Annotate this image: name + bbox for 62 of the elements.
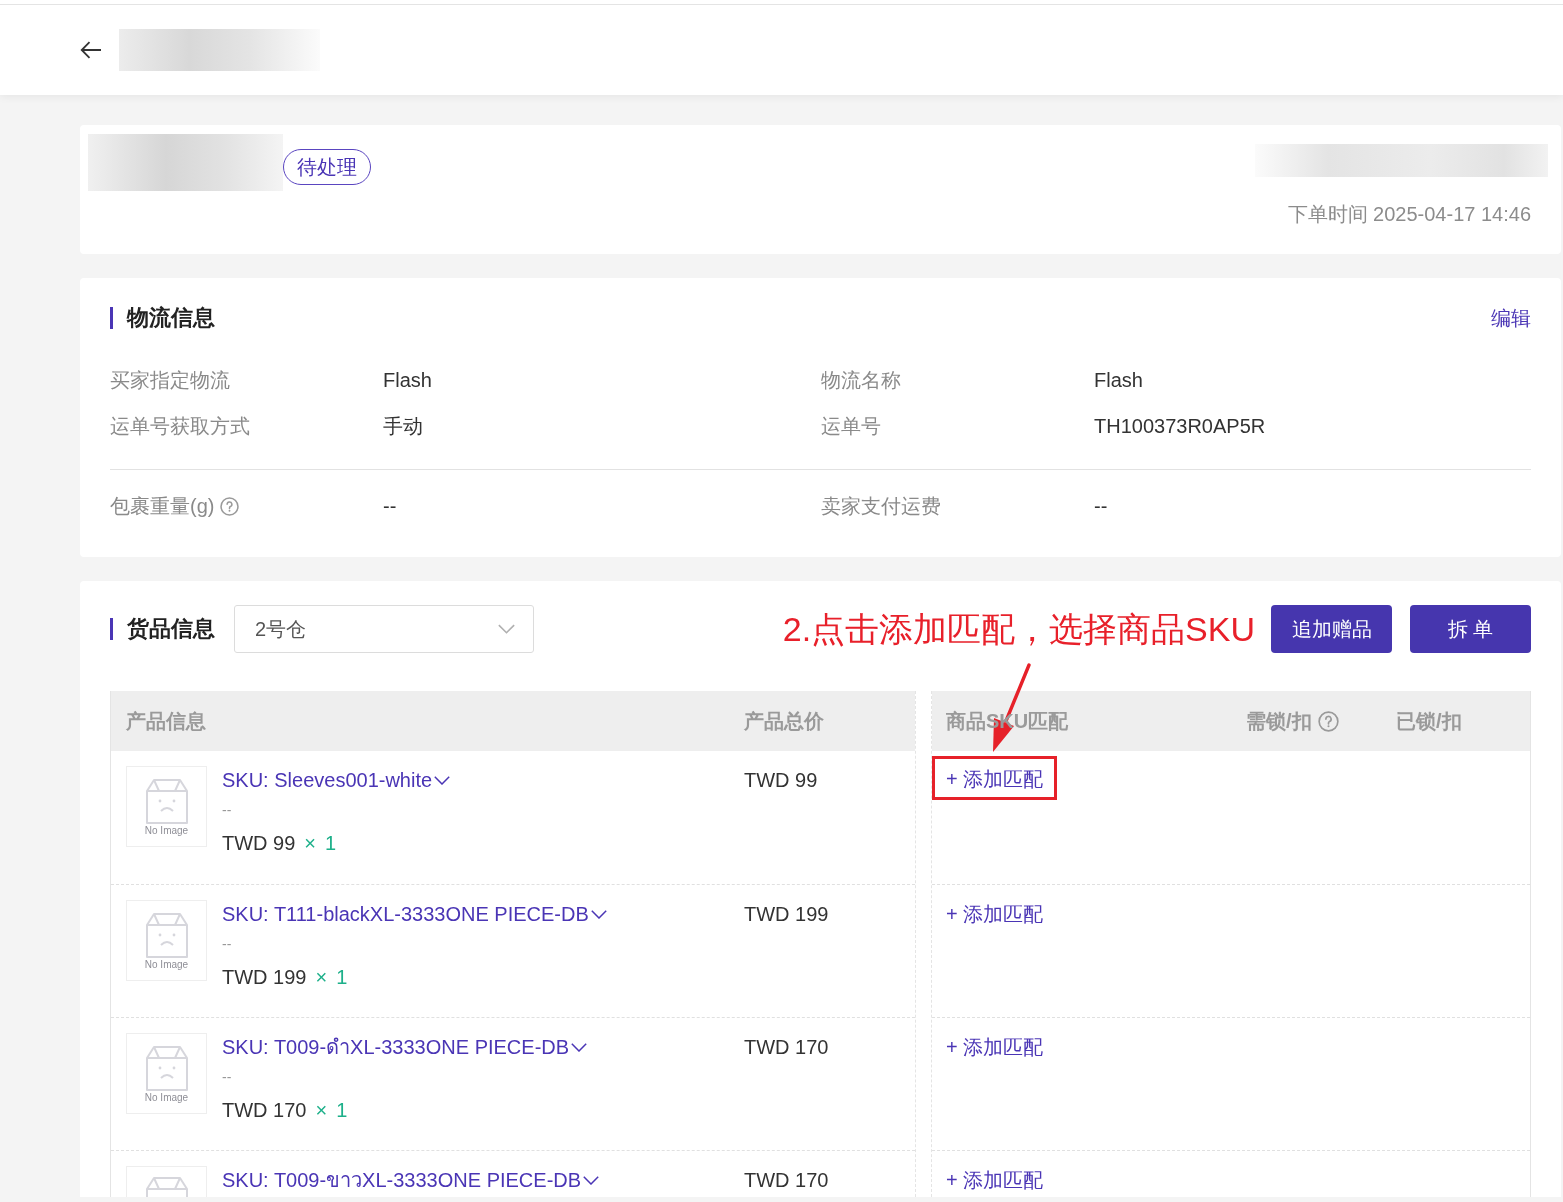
unit-price: TWD 199 xyxy=(222,965,307,990)
section-title: 物流信息 xyxy=(127,304,215,332)
order-time: 下单时间 2025-04-17 14:46 xyxy=(1287,202,1531,227)
chevron-down-icon xyxy=(590,909,607,919)
times-sign: × xyxy=(304,831,317,856)
field-label: 运单号 xyxy=(821,414,881,439)
accent-bar xyxy=(110,618,113,640)
chevron-down-icon xyxy=(571,1042,588,1052)
field-label: 运单号获取方式 xyxy=(110,414,250,439)
back-arrow-icon[interactable] xyxy=(80,41,102,59)
quantity: 1 xyxy=(336,965,348,990)
add-match-link[interactable]: + 添加匹配 xyxy=(946,1033,1044,1061)
product-note: -- xyxy=(222,1068,232,1087)
total-price: TWD 199 xyxy=(744,903,829,925)
quantity: 1 xyxy=(336,1098,348,1123)
chevron-down-icon xyxy=(434,775,451,785)
field-value: 手动 xyxy=(383,414,423,439)
action-button[interactable]: 追加赠品 xyxy=(1271,605,1392,653)
total-price: TWD 170 xyxy=(744,1036,829,1058)
status-badge: 待处理 xyxy=(283,149,371,185)
field-label: 买家指定物流 xyxy=(110,368,230,393)
add-match-link[interactable]: + 添加匹配 xyxy=(946,900,1044,928)
sku-link[interactable]: SKU: T111-blackXL-3333ONE PIECE-DB xyxy=(222,900,607,928)
add-match-link[interactable]: + 添加匹配 xyxy=(946,765,1044,793)
help-icon xyxy=(1317,710,1339,732)
field-value: -- xyxy=(1094,494,1108,519)
help-icon xyxy=(220,496,240,516)
edit-link[interactable]: 编辑 xyxy=(1491,304,1531,332)
warehouse-select[interactable]: 2号仓 xyxy=(234,605,534,653)
sku-link[interactable]: SKU: T009-ดำXL-3333ONE PIECE-DB xyxy=(222,1033,588,1061)
total-price: TWD 170 xyxy=(744,1169,829,1191)
annotation-text: 2.点击添加匹配，选择商品SKU xyxy=(782,609,1255,650)
product-note: -- xyxy=(222,801,232,820)
accent-bar xyxy=(110,307,113,329)
column-header: 需锁/扣 xyxy=(1246,709,1312,734)
column-header: 产品信息 xyxy=(126,710,206,732)
action-button[interactable]: 拆 单 xyxy=(1410,605,1531,653)
image-label: No Image xyxy=(144,1091,189,1103)
chevron-down-icon xyxy=(498,624,515,634)
sku-link[interactable]: SKU: Sleeves001-white xyxy=(222,766,451,794)
image-label: No Image xyxy=(144,824,189,836)
times-sign: × xyxy=(315,965,328,990)
field-value: -- xyxy=(383,494,397,519)
add-match-link[interactable]: + 添加匹配 xyxy=(946,1166,1044,1194)
image-label: No Image xyxy=(144,958,189,970)
field-label: 卖家支付运费 xyxy=(821,494,941,519)
field-label: 包裹重量(g) xyxy=(110,494,215,519)
total-price: TWD 99 xyxy=(744,769,818,791)
chevron-down-icon xyxy=(583,1175,600,1185)
section-title: 货品信息 xyxy=(127,615,215,643)
column-header: 已锁/扣 xyxy=(1396,709,1462,734)
column-header: 产品总价 xyxy=(744,710,824,732)
unit-price: TWD 99 xyxy=(222,831,296,856)
field-value: Flash xyxy=(1094,368,1143,393)
field-label: 物流名称 xyxy=(821,368,901,393)
field-value: Flash xyxy=(383,368,432,393)
field-value: TH100373R0AP5R xyxy=(1094,414,1266,439)
unit-price: TWD 170 xyxy=(222,1098,307,1123)
quantity: 1 xyxy=(325,831,337,856)
product-note: -- xyxy=(222,935,232,954)
times-sign: × xyxy=(315,1098,328,1123)
sku-link[interactable]: SKU: T009-ขาวXL-3333ONE PIECE-DB xyxy=(222,1166,600,1194)
